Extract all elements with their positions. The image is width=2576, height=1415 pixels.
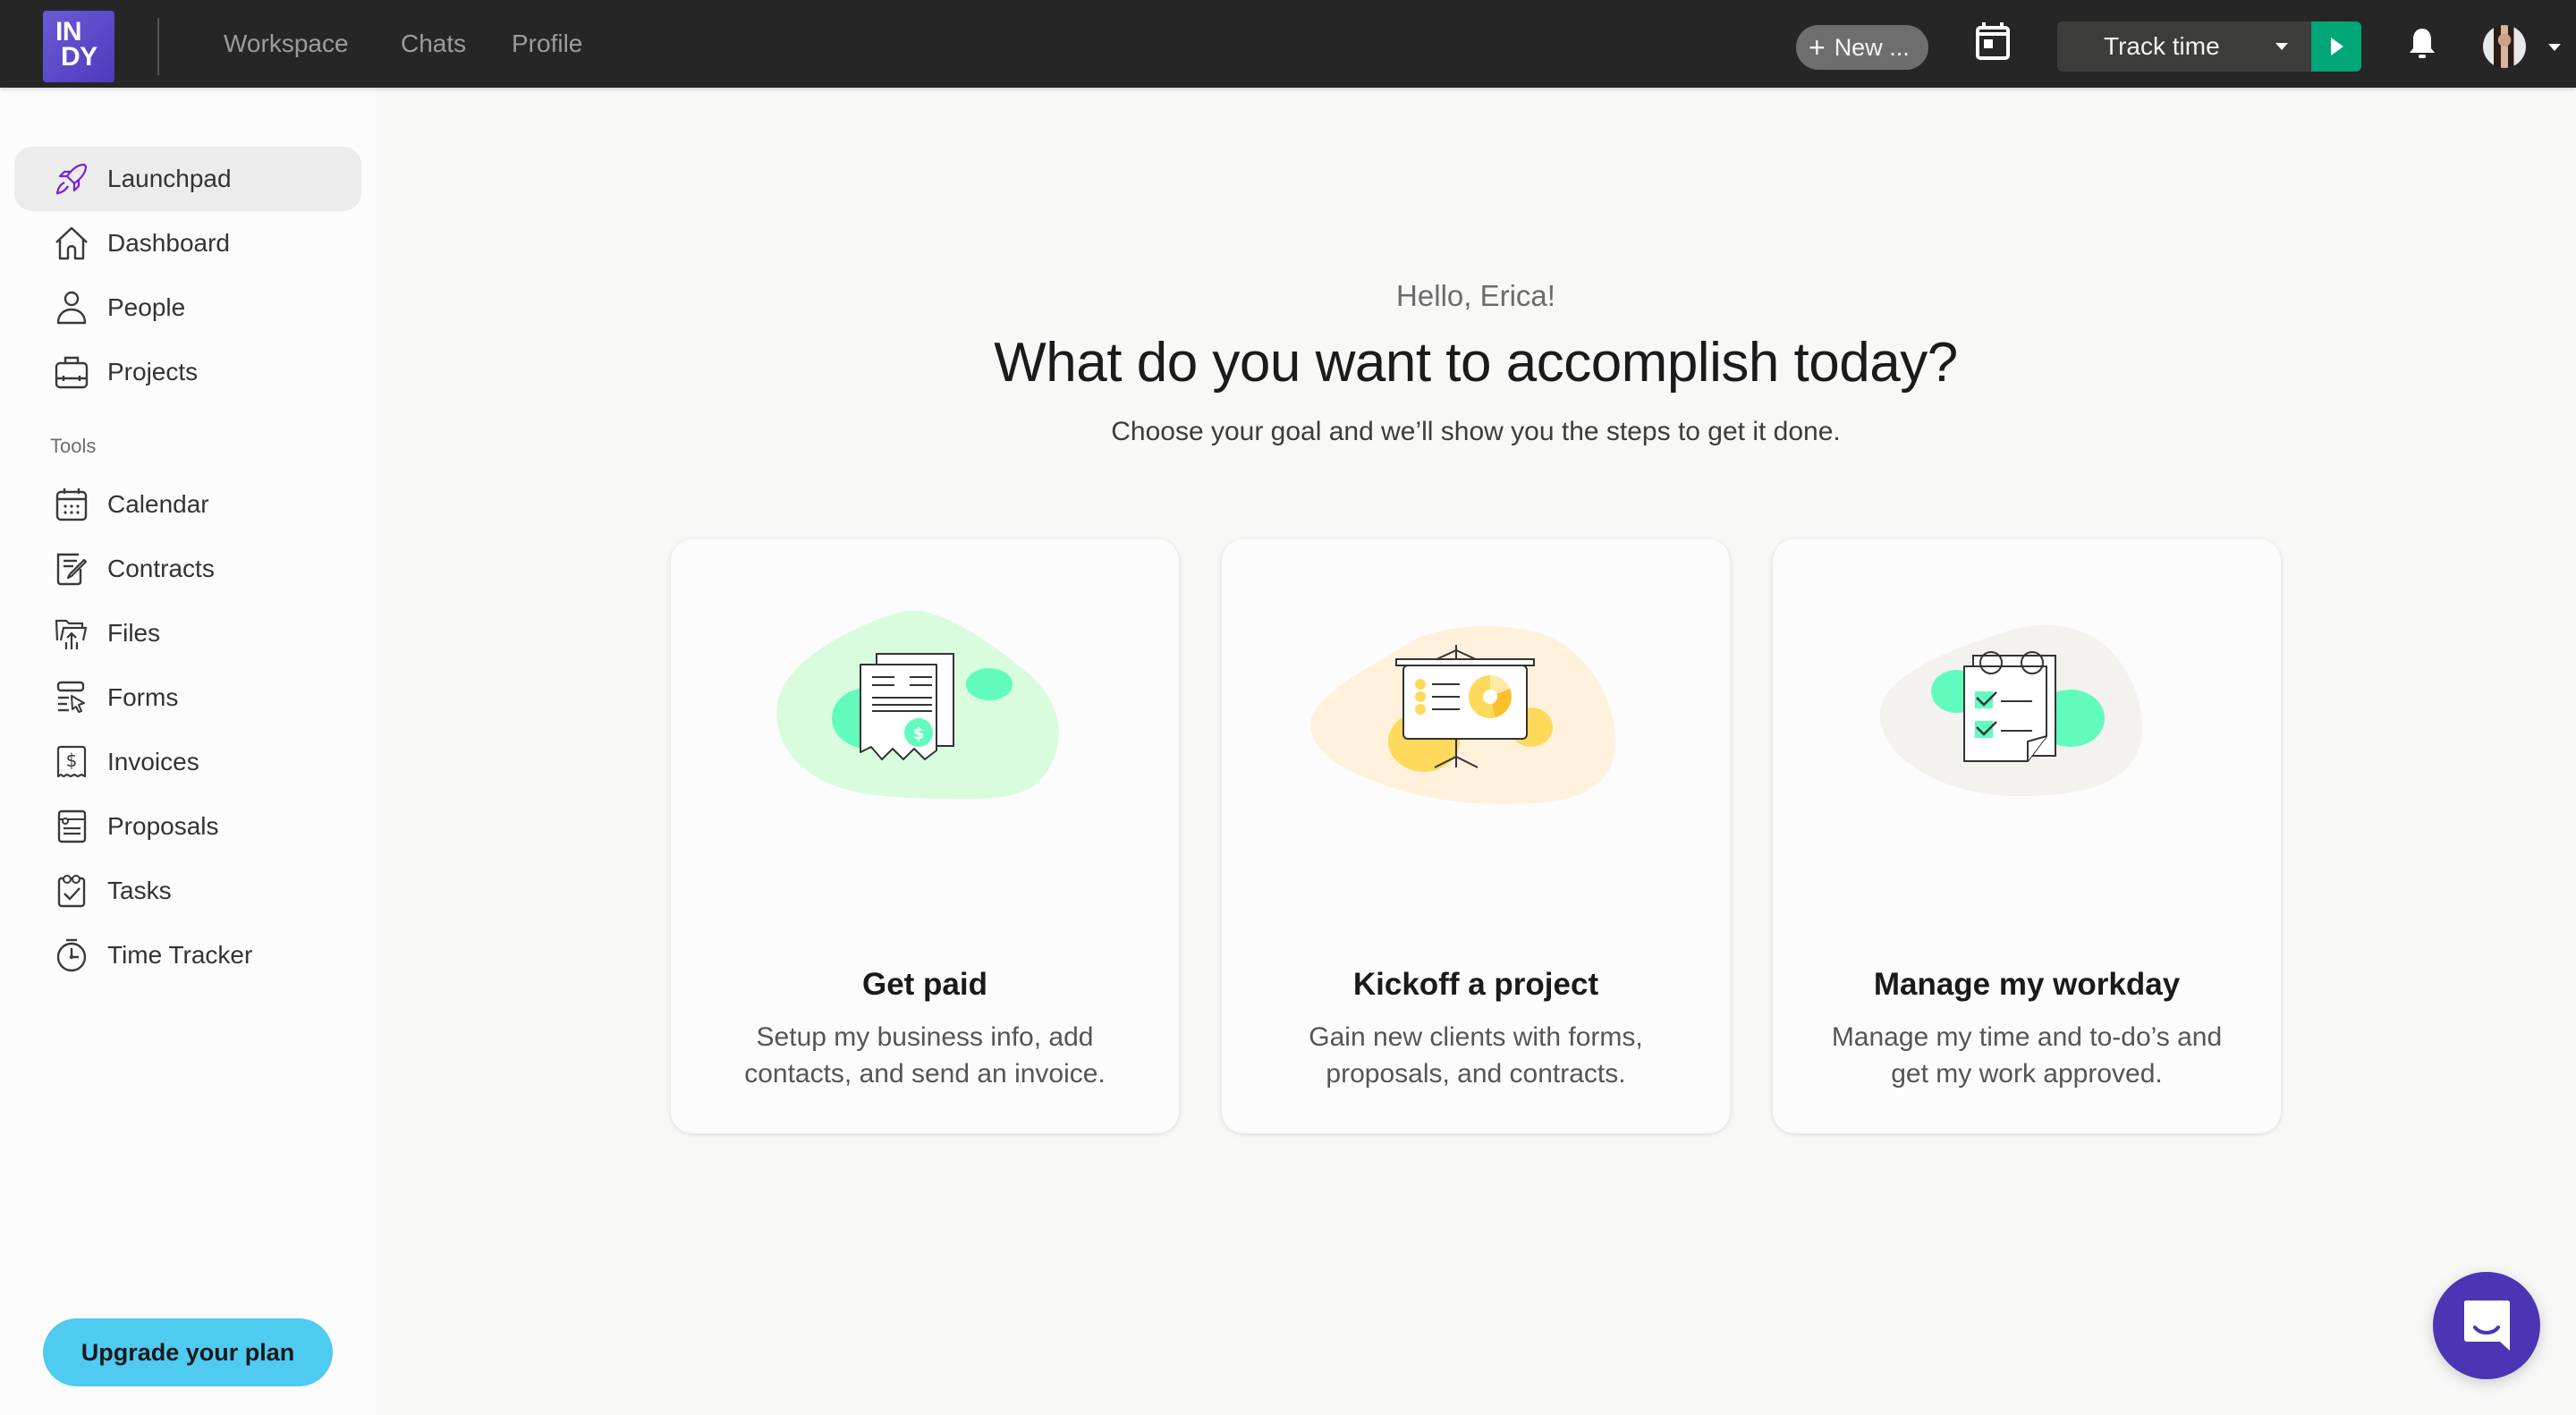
sidebar-item-label: Dashboard: [107, 229, 230, 257]
folder-upload-icon: [55, 619, 88, 649]
sidebar-item-label: Calendar: [107, 490, 209, 518]
top-bar: IN DY Workspace Chats Profile + New ... …: [0, 0, 2576, 88]
card-description: Gain new clients with forms, proposals, …: [1309, 1022, 1643, 1089]
logo-text-line2: DY: [61, 42, 97, 72]
presentation-illustration: [1310, 625, 1615, 805]
sidebar-item-label: People: [107, 293, 186, 321]
sidebar-item-label: Launchpad: [107, 165, 232, 192]
sidebar-item-label: Projects: [107, 358, 199, 386]
goal-card-manage-workday[interactable]: Manage my workday Manage my time and to-…: [1773, 539, 2281, 1133]
goal-card-kickoff-project[interactable]: Kickoff a project Gain new clients with …: [1222, 539, 1730, 1133]
track-time-group: Track time: [2057, 21, 2361, 72]
form-icon: [56, 681, 85, 713]
sidebar-item-forms[interactable]: Forms: [14, 665, 361, 730]
sidebar-item-invoices[interactable]: $ Invoices: [14, 730, 361, 794]
logo-text-line1: IN: [55, 17, 82, 47]
card-description: Manage my time and to-do’s and get my wo…: [1831, 1022, 2223, 1089]
bell-icon[interactable]: [2408, 27, 2436, 61]
start-timer-button[interactable]: [2311, 21, 2361, 72]
sidebar-item-dashboard[interactable]: Dashboard: [14, 211, 361, 275]
svg-text:$: $: [66, 750, 78, 771]
nav-chats[interactable]: Chats: [401, 0, 466, 88]
svg-text:$: $: [913, 724, 925, 743]
briefcase-icon: [55, 356, 89, 389]
sidebar-item-label: Tasks: [107, 877, 172, 904]
card-description: Setup my business info, add contacts, an…: [744, 1022, 1106, 1089]
nav-profile[interactable]: Profile: [512, 0, 582, 88]
sidebar-item-proposals[interactable]: Proposals: [14, 794, 361, 859]
card-title: Manage my workday: [1873, 967, 2181, 1002]
invoice-illustration: $: [776, 610, 1059, 799]
sidebar-item-calendar[interactable]: Calendar: [14, 472, 361, 537]
sidebar-item-contracts[interactable]: Contracts: [14, 537, 361, 601]
greeting: Hello, Erica!: [1396, 279, 1555, 312]
rocket-icon: [55, 163, 88, 195]
tools-section-label: Tools: [50, 435, 97, 457]
track-time-label: Track time: [2104, 32, 2220, 60]
person-icon: [56, 291, 87, 325]
checklist-illustration: [1879, 624, 2143, 797]
card-title: Get paid: [861, 967, 988, 1002]
card-title: Kickoff a project: [1352, 967, 1599, 1002]
sidebar-item-label: Contracts: [107, 555, 215, 582]
chat-launcher-button[interactable]: [2433, 1272, 2540, 1379]
upgrade-plan-button[interactable]: Upgrade your plan: [43, 1318, 333, 1386]
sidebar-item-label: Invoices: [107, 748, 199, 775]
sidebar-item-label: Time Tracker: [107, 941, 253, 969]
new-button-label: New ...: [1834, 33, 1910, 61]
track-time-dropdown[interactable]: Track time: [2057, 21, 2311, 72]
tasks-icon: [57, 875, 86, 908]
chat-icon: [2464, 1301, 2510, 1351]
proposal-icon: [57, 809, 87, 843]
sidebar-item-label: Proposals: [107, 812, 219, 840]
sidebar-item-files[interactable]: Files: [14, 601, 361, 665]
user-avatar[interactable]: [2483, 25, 2526, 68]
page-title: What do you want to accomplish today?: [994, 332, 1958, 394]
calendar-icon: [55, 488, 88, 521]
sidebar: Launchpad Dashboard People Projects Tool…: [0, 88, 376, 1415]
stopwatch-icon: [56, 938, 87, 972]
sidebar-item-label: Forms: [107, 683, 179, 711]
sidebar-item-projects[interactable]: Projects: [14, 340, 361, 404]
sidebar-item-launchpad[interactable]: Launchpad: [14, 147, 361, 211]
avatar-chevron-down-icon[interactable]: [2548, 44, 2561, 51]
indy-logo[interactable]: IN DY: [43, 11, 114, 82]
topbar-divider: [157, 18, 159, 75]
sidebar-item-tasks[interactable]: Tasks: [14, 859, 361, 923]
nav-workspace[interactable]: Workspace: [224, 0, 349, 88]
new-button[interactable]: + New ...: [1796, 25, 1928, 70]
plus-icon: +: [1809, 31, 1826, 64]
sidebar-item-time-tracker[interactable]: Time Tracker: [14, 923, 361, 987]
home-icon: [55, 226, 88, 260]
invoice-icon: $: [56, 745, 87, 778]
contract-icon: [56, 553, 88, 586]
sidebar-item-people[interactable]: People: [14, 275, 361, 340]
goal-card-get-paid[interactable]: $ Get paid Setup my business info, add c…: [671, 539, 1179, 1133]
sidebar-item-label: Files: [107, 619, 161, 647]
chevron-down-icon: [2275, 43, 2288, 50]
page-subtitle: Choose your goal and we’ll show you the …: [1111, 417, 1841, 446]
calendar-icon[interactable]: [1975, 21, 2011, 61]
